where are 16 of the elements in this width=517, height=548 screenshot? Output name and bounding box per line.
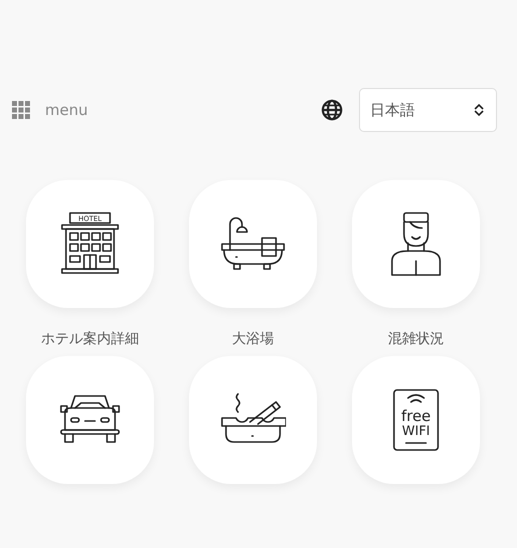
language-select[interactable]: 日本語: [359, 88, 497, 132]
menu-tile[interactable]: [352, 180, 480, 308]
tile-label: ホテル案内詳細: [41, 330, 139, 349]
menu-tile[interactable]: free WIFI: [352, 356, 480, 484]
menu-tile[interactable]: [189, 356, 317, 484]
grid-icon: [12, 101, 30, 119]
menu-tile[interactable]: [189, 180, 317, 308]
tile-label: 混雑状況: [388, 330, 444, 349]
tile-label: 大浴場: [232, 330, 274, 349]
menu-tile[interactable]: [26, 356, 154, 484]
bathtub-icon: [220, 216, 286, 272]
staff-person-icon: [388, 211, 444, 277]
free-wifi-sign-icon: free WIFI: [392, 388, 440, 452]
globe-icon: [321, 99, 343, 121]
car-icon: [57, 394, 123, 446]
chevron-updown-icon: [474, 104, 484, 116]
